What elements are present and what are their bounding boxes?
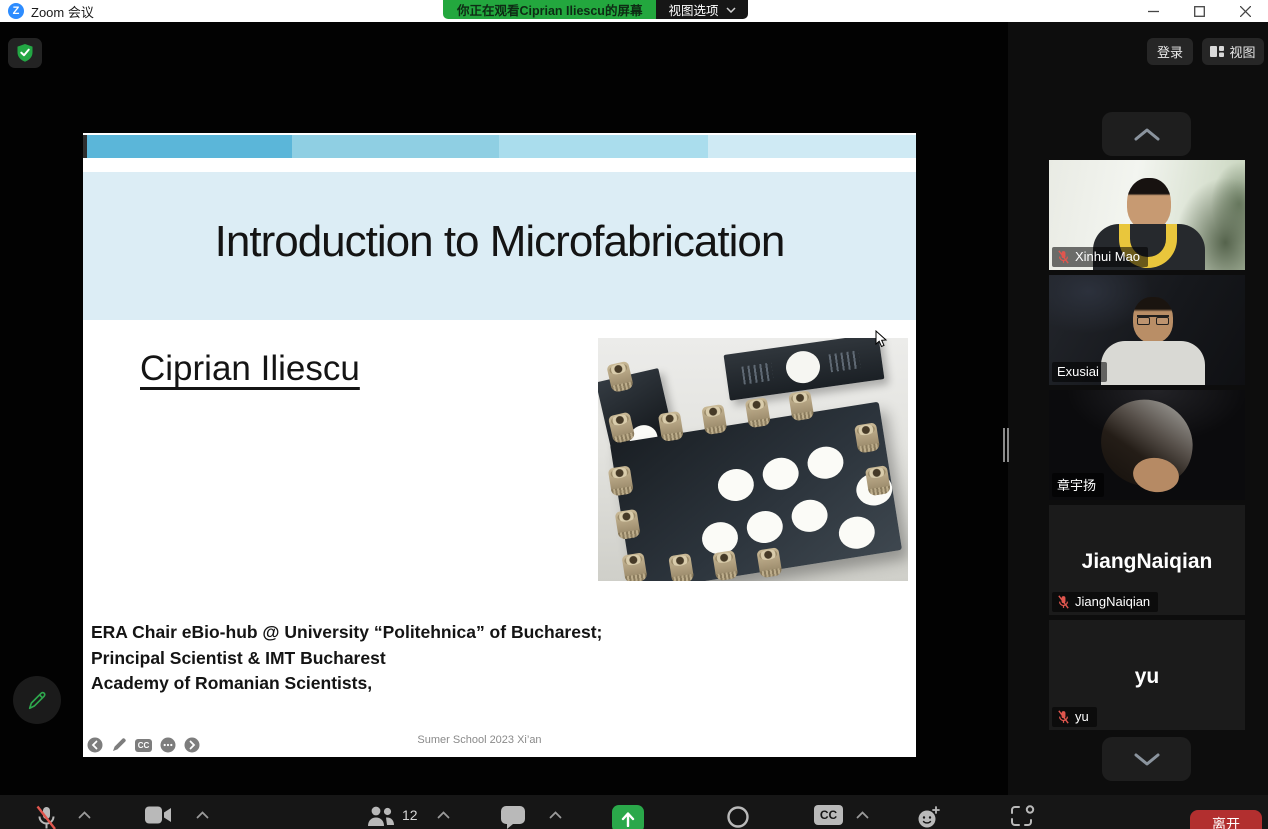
video-tile[interactable]: 章宇扬 <box>1049 390 1245 500</box>
watching-screen-banner: 你正在观看Ciprian Iliescu的屏幕 视图选项 <box>443 0 748 19</box>
record-button[interactable] <box>726 805 750 829</box>
leave-meeting-button[interactable]: 离开 <box>1190 810 1262 829</box>
shared-slide: Introduction to Microfabrication Ciprian… <box>83 133 916 757</box>
affiliation-text: ERA Chair eBio-hub @ University “Politeh… <box>91 620 602 697</box>
window-controls <box>1130 0 1268 22</box>
slide-edge-accent <box>83 135 87 158</box>
share-screen-button[interactable] <box>612 805 644 829</box>
video-tile[interactable]: Exusiai <box>1049 275 1245 385</box>
stripe-2 <box>292 135 499 158</box>
stripe-1 <box>83 135 292 158</box>
chat-icon <box>500 805 526 829</box>
participant-name-label: Exusiai <box>1052 362 1107 382</box>
prev-slide-icon <box>87 737 103 753</box>
zoom-meeting-window: Z Zoom 会议 你正在观看Ciprian Iliescu的屏幕 视图选项 <box>0 0 1268 829</box>
login-label: 登录 <box>1157 42 1183 61</box>
apps-button[interactable] <box>1010 805 1036 829</box>
strip-scroll-down-button[interactable] <box>1102 737 1191 781</box>
slide-nav-controls: CC <box>87 737 200 753</box>
record-icon <box>726 805 750 829</box>
mute-button[interactable] <box>34 805 58 829</box>
mic-muted-icon <box>1057 595 1070 609</box>
stripe-3 <box>499 135 708 158</box>
capture-frame-icon <box>1010 805 1036 829</box>
mic-muted-icon <box>1057 250 1070 264</box>
participant-body <box>1101 341 1205 385</box>
microfluidic-device-photo <box>598 338 908 581</box>
presenter-name: Ciprian Iliescu <box>140 349 360 389</box>
chat-button[interactable] <box>500 805 526 829</box>
meeting-toolbar: 12 CC 离开 <box>0 795 1268 829</box>
banner-text: 你正在观看Ciprian Iliescu的屏幕 <box>443 0 656 19</box>
chevron-down-icon <box>726 7 736 13</box>
mic-options-chevron[interactable] <box>78 811 91 819</box>
pencil-icon <box>26 689 48 711</box>
participant-face <box>1127 178 1171 230</box>
minimize-button[interactable] <box>1130 0 1176 22</box>
participant-glasses <box>1137 315 1169 323</box>
participant-name-label: JiangNaiqian <box>1052 592 1158 612</box>
affiliation-line-1: ERA Chair eBio-hub @ University “Politeh… <box>91 620 602 646</box>
next-slide-icon <box>184 737 200 753</box>
slide-header-stripes <box>83 135 916 158</box>
participant-display-name: JiangNaiqian <box>1049 550 1245 574</box>
annotate-button[interactable] <box>13 676 61 724</box>
captions-button[interactable]: CC <box>814 805 843 825</box>
zoom-logo-icon: Z <box>8 3 24 19</box>
video-button[interactable] <box>144 805 172 825</box>
chevron-up-icon <box>1134 128 1160 141</box>
mic-muted-icon <box>34 805 58 829</box>
view-options-label: 视图选项 <box>668 0 718 19</box>
captions-options-chevron[interactable] <box>856 811 869 819</box>
affiliation-line-2: Principal Scientist & IMT Bucharest <box>91 646 602 672</box>
security-shield-icon <box>16 43 34 63</box>
window-title: Zoom 会议 <box>31 2 94 21</box>
participant-name-label: yu <box>1052 707 1097 727</box>
strip-scroll-up-button[interactable] <box>1102 112 1191 156</box>
maximize-button[interactable] <box>1176 0 1222 22</box>
slide-footer-text: Sumer School 2023 Xi’an <box>83 734 876 746</box>
share-arrow-icon <box>621 811 635 827</box>
affiliation-line-3: Academy of Romanian Scientists, <box>91 671 602 697</box>
stripe-4 <box>708 135 916 158</box>
participants-count: 12 <box>402 807 418 823</box>
video-tile[interactable]: Xinhui Mao <box>1049 160 1245 270</box>
participants-icon <box>366 805 396 829</box>
reactions-smiley-icon <box>916 805 942 829</box>
view-grid-icon <box>1210 45 1224 58</box>
participant-name-label: Xinhui Mao <box>1052 247 1148 267</box>
participants-options-chevron[interactable] <box>437 811 450 819</box>
chevron-down-icon <box>1134 753 1160 766</box>
video-options-chevron[interactable] <box>196 811 209 819</box>
reactions-button[interactable] <box>916 805 942 829</box>
slide-title: Introduction to Microfabrication <box>83 217 916 267</box>
camera-icon <box>144 805 172 825</box>
participant-name-label: 章宇扬 <box>1052 473 1104 497</box>
meeting-info-button[interactable] <box>8 38 42 68</box>
mic-muted-icon <box>1057 710 1070 724</box>
video-tile[interactable]: yu yu <box>1049 620 1245 730</box>
panel-resize-handle[interactable] <box>1003 428 1010 462</box>
mouse-cursor <box>875 330 889 348</box>
participant-display-name: yu <box>1049 665 1245 689</box>
chat-options-chevron[interactable] <box>549 811 562 819</box>
video-tile[interactable]: JiangNaiqian JiangNaiqian <box>1049 505 1245 615</box>
pen-icon <box>111 737 127 753</box>
view-button[interactable]: 视图 <box>1202 38 1264 65</box>
view-label: 视图 <box>1229 42 1255 61</box>
login-button[interactable]: 登录 <box>1147 38 1193 65</box>
participants-button[interactable] <box>366 805 396 829</box>
slide-cc-icon: CC <box>135 739 152 752</box>
more-options-icon <box>160 737 176 753</box>
view-options-button[interactable]: 视图选项 <box>656 0 748 19</box>
close-button[interactable] <box>1222 0 1268 22</box>
